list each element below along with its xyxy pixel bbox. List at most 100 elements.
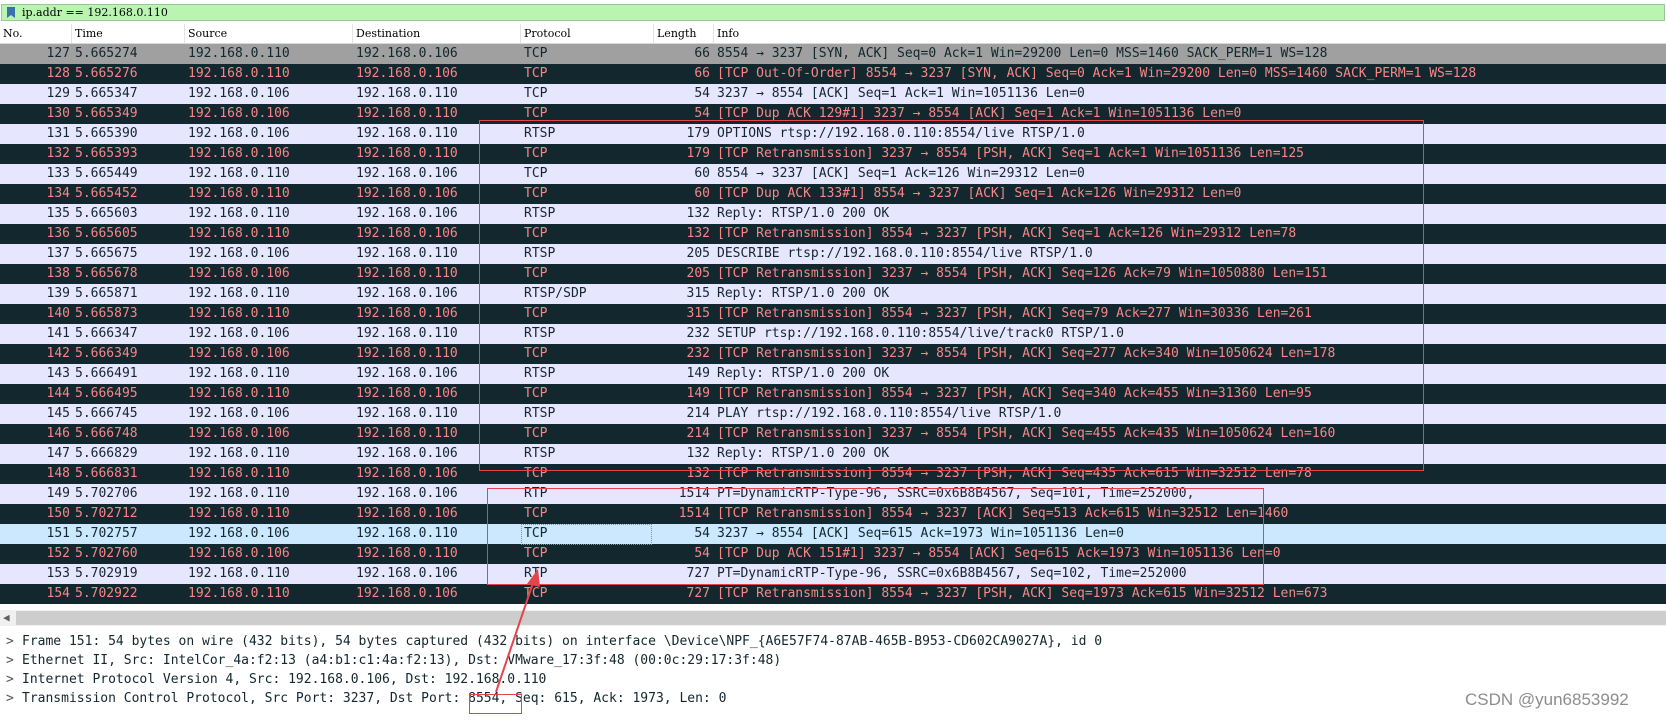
packet-no: 138 — [46, 266, 70, 281]
packet-row[interactable]: 139 5.665871 192.168.0.110 192.168.0.106 RTS… — [0, 284, 1666, 304]
packet-row[interactable]: 129 5.665347 192.168.0.106 192.168.0.110 TCP… — [0, 84, 1666, 104]
packet-length: 54 — [694, 106, 710, 121]
packet-length: 132 — [686, 226, 710, 241]
packet-length: 205 — [686, 266, 710, 281]
packet-length: 54 — [694, 526, 710, 541]
row-gutter — [0, 184, 8, 204]
packet-row[interactable]: 134 5.665452 192.168.0.110 192.168.0.106 TCP… — [0, 184, 1666, 204]
packet-no: 150 — [46, 506, 70, 521]
packet-no: 147 — [46, 446, 70, 461]
packet-row[interactable]: 136 5.665605 192.168.0.110 192.168.0.106 TCP… — [0, 224, 1666, 244]
packet-row[interactable]: 152 5.702760 192.168.0.106 192.168.0.110 TCP… — [0, 544, 1666, 564]
chevron-right-icon[interactable]: > — [6, 651, 14, 671]
packet-source: 192.168.0.106 — [188, 126, 290, 141]
packet-info: [TCP Out-Of-Order] 8554 → 3237 [SYN, ACK… — [717, 66, 1477, 81]
packet-info: [TCP Retransmission] 3237 → 8554 [PSH, A… — [717, 346, 1336, 361]
packet-protocol: TCP — [524, 106, 548, 121]
packet-row[interactable]: 154 5.702922 192.168.0.110 192.168.0.106 TCP… — [0, 584, 1666, 604]
column-header-info[interactable]: Info — [714, 24, 1666, 43]
packet-no: 132 — [46, 146, 70, 161]
packet-details-pane: > Frame 151: 54 bytes on wire (432 bits)… — [0, 632, 1666, 721]
packet-protocol: RTSP/SDP — [524, 286, 587, 301]
packet-source: 192.168.0.110 — [188, 166, 290, 181]
packet-source: 192.168.0.106 — [188, 346, 290, 361]
packet-row[interactable]: 145 5.666745 192.168.0.106 192.168.0.110 RTS… — [0, 404, 1666, 424]
packet-length: 54 — [694, 86, 710, 101]
chevron-right-icon[interactable]: > — [6, 670, 14, 690]
packet-row[interactable]: 127 5.665274 192.168.0.110 192.168.0.106 TCP… — [0, 44, 1666, 64]
packet-row[interactable]: 140 5.665873 192.168.0.110 192.168.0.106 TCP… — [0, 304, 1666, 324]
packet-info: [TCP Dup ACK 129#1] 3237 → 8554 [ACK] Se… — [717, 106, 1242, 121]
row-gutter — [0, 304, 8, 324]
packet-protocol: TCP — [524, 306, 548, 321]
chevron-right-icon[interactable]: > — [6, 632, 14, 652]
packet-time: 5.666347 — [75, 326, 138, 341]
packet-protocol: TCP — [524, 426, 548, 441]
column-header-no[interactable]: No. — [0, 24, 72, 43]
packet-no: 135 — [46, 206, 70, 221]
display-filter-bar: ip.addr == 192.168.0.110 — [0, 0, 1666, 24]
packet-time: 5.702919 — [75, 566, 138, 581]
packet-info: PT=DynamicRTP-Type-96, SSRC=0x6B8B4567, … — [717, 566, 1187, 581]
scrollbar-thumb[interactable] — [16, 611, 1666, 625]
display-filter-input[interactable]: ip.addr == 192.168.0.110 — [1, 4, 1665, 21]
packet-time: 5.666491 — [75, 366, 138, 381]
chevron-right-icon[interactable]: > — [6, 689, 14, 709]
column-header-destination[interactable]: Destination — [353, 24, 521, 43]
packet-time: 5.666748 — [75, 426, 138, 441]
packet-row[interactable]: 146 5.666748 192.168.0.106 192.168.0.110 TCP… — [0, 424, 1666, 444]
packet-source: 192.168.0.110 — [188, 286, 290, 301]
packet-info: 8554 → 3237 [SYN, ACK] Seq=0 Ack=1 Win=2… — [717, 46, 1328, 61]
packet-time: 5.666349 — [75, 346, 138, 361]
packet-row[interactable]: 141 5.666347 192.168.0.106 192.168.0.110 RTS… — [0, 324, 1666, 344]
packet-row[interactable]: 133 5.665449 192.168.0.110 192.168.0.106 TCP… — [0, 164, 1666, 184]
packet-length: 205 — [686, 246, 710, 261]
column-header-source[interactable]: Source — [185, 24, 353, 43]
packet-length: 232 — [686, 346, 710, 361]
packet-time: 5.666495 — [75, 386, 138, 401]
packet-destination: 192.168.0.106 — [356, 506, 458, 521]
packet-length: 132 — [686, 206, 710, 221]
bookmark-icon[interactable] — [5, 6, 17, 19]
packet-no: 139 — [46, 286, 70, 301]
packet-row[interactable]: 130 5.665349 192.168.0.106 192.168.0.110 TCP… — [0, 104, 1666, 124]
packet-destination: 192.168.0.110 — [356, 266, 458, 281]
scroll-left-icon[interactable]: ◀ — [3, 610, 10, 626]
packet-destination: 192.168.0.106 — [356, 586, 458, 601]
row-gutter — [0, 264, 8, 284]
column-header-protocol[interactable]: Protocol — [521, 24, 654, 43]
packet-row[interactable]: 151 5.702757 192.168.0.106 192.168.0.110 TCP… — [0, 524, 1666, 544]
packet-row[interactable]: 138 5.665678 192.168.0.106 192.168.0.110 TCP… — [0, 264, 1666, 284]
packet-no: 141 — [46, 326, 70, 341]
packet-info: Reply: RTSP/1.0 200 OK — [717, 206, 890, 221]
packet-row[interactable]: 153 5.702919 192.168.0.110 192.168.0.106 RTP… — [0, 564, 1666, 584]
packet-row[interactable]: 144 5.666495 192.168.0.110 192.168.0.106 TCP… — [0, 384, 1666, 404]
packet-time: 5.702760 — [75, 546, 138, 561]
packet-row[interactable]: 131 5.665390 192.168.0.106 192.168.0.110 RTS… — [0, 124, 1666, 144]
packet-protocol: TCP — [524, 166, 548, 181]
packet-row[interactable]: 143 5.666491 192.168.0.110 192.168.0.106 RTS… — [0, 364, 1666, 384]
packet-protocol: RTP — [524, 486, 548, 501]
detail-text: Internet Protocol Version 4, Src: 192.16… — [22, 672, 547, 687]
packet-row[interactable]: 132 5.665393 192.168.0.106 192.168.0.110 TCP… — [0, 144, 1666, 164]
packet-row[interactable]: 135 5.665603 192.168.0.110 192.168.0.106 RTS… — [0, 204, 1666, 224]
packet-list-scrollbar[interactable]: ◀ — [0, 610, 1666, 626]
packet-row[interactable]: 147 5.666829 192.168.0.110 192.168.0.106 RTS… — [0, 444, 1666, 464]
packet-protocol: RTSP — [524, 366, 556, 381]
packet-info: [TCP Retransmission] 3237 → 8554 [PSH, A… — [717, 146, 1304, 161]
packet-no: 129 — [46, 86, 70, 101]
packet-protocol: TCP — [524, 186, 548, 201]
column-header-time[interactable]: Time — [72, 24, 185, 43]
packet-row[interactable]: 128 5.665276 192.168.0.110 192.168.0.106 TCP… — [0, 64, 1666, 84]
row-gutter — [0, 364, 8, 384]
row-gutter — [0, 424, 8, 444]
packet-destination: 192.168.0.106 — [356, 226, 458, 241]
column-header-length[interactable]: Length — [654, 24, 714, 43]
packet-row[interactable]: 150 5.702712 192.168.0.110 192.168.0.106 TCP… — [0, 504, 1666, 524]
packet-destination: 192.168.0.110 — [356, 106, 458, 121]
packet-row[interactable]: 149 5.702706 192.168.0.110 192.168.0.106 RTP… — [0, 484, 1666, 504]
packet-row[interactable]: 148 5.666831 192.168.0.110 192.168.0.106 TCP… — [0, 464, 1666, 484]
packet-row[interactable]: 142 5.666349 192.168.0.106 192.168.0.110 TCP… — [0, 344, 1666, 364]
packet-row[interactable]: 137 5.665675 192.168.0.106 192.168.0.110 RTS… — [0, 244, 1666, 264]
packet-protocol: RTSP — [524, 126, 556, 141]
